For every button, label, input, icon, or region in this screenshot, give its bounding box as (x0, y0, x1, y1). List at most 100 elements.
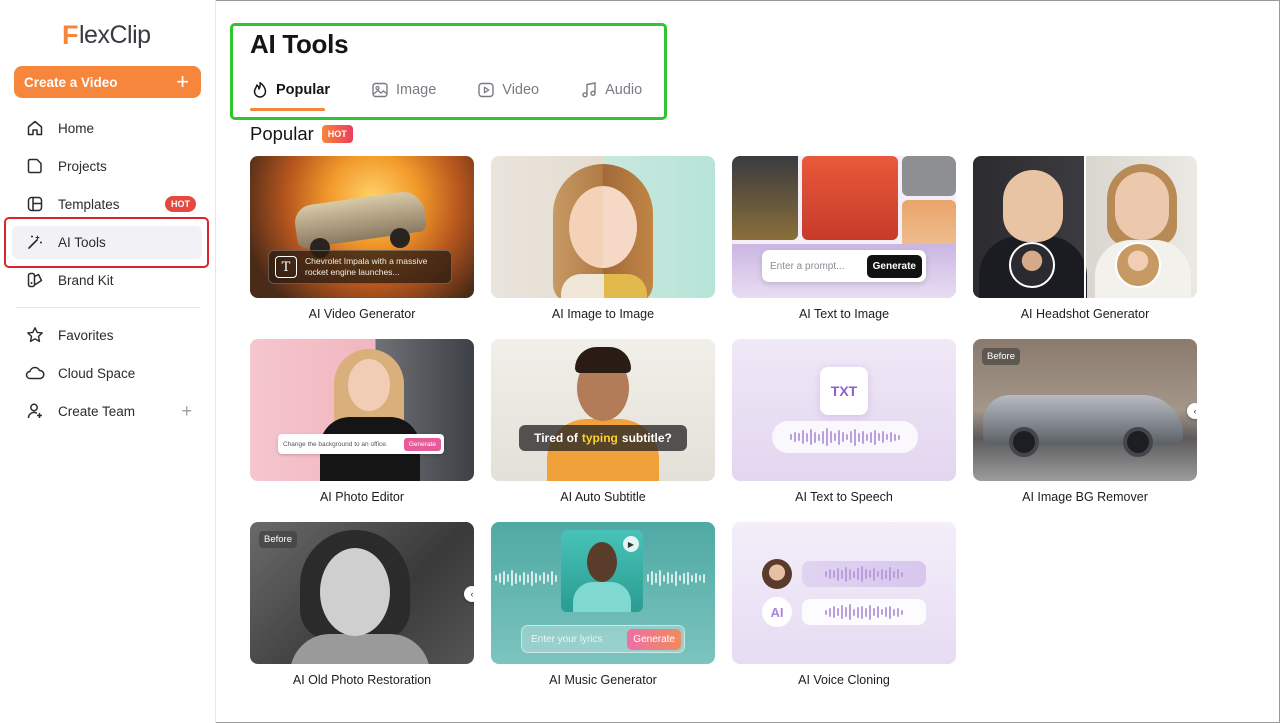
card-ai-text-to-speech[interactable]: TXT AI Text to Speech (732, 339, 956, 504)
card-label: AI Auto Subtitle (560, 490, 646, 504)
prompt-placeholder: Enter a prompt... (770, 260, 845, 272)
card-thumbnail: Tired of typing subtitle? (491, 339, 715, 481)
shirt-shape (561, 274, 647, 298)
before-tag: Before (982, 348, 1020, 365)
card-label: AI Image BG Remover (1022, 490, 1148, 504)
card-thumbnail: ▶ Enter your lyrics Generate (491, 522, 715, 664)
category-tabs: Popular Image Video Audio (250, 78, 682, 102)
card-thumbnail: Before ‹ (250, 522, 474, 664)
avatar (762, 559, 792, 589)
active-tab-indicator (250, 108, 325, 111)
sidebar-nav: Home Projects Templates HOT AI Tools Bra… (0, 109, 216, 430)
text-icon: T (275, 256, 297, 278)
card-ai-music-generator[interactable]: ▶ Enter your lyrics Generate AI Music Ge… (491, 522, 715, 687)
tab-video[interactable]: Video (476, 78, 539, 102)
card-ai-auto-subtitle[interactable]: Tired of typing subtitle? AI Auto Subtit… (491, 339, 715, 504)
edit-prompt-text: Change the background to an office. (283, 440, 388, 448)
add-team-button[interactable]: + (181, 401, 192, 422)
lyrics-placeholder: Enter your lyrics (531, 633, 603, 645)
sidebar-item-label: Projects (58, 158, 107, 174)
hot-badge: HOT (165, 196, 196, 212)
add-user-icon (25, 401, 45, 421)
music-note-icon (579, 80, 599, 100)
sidebar-item-label: Cloud Space (58, 365, 136, 381)
card-ai-image-to-image[interactable]: AI Image to Image (491, 156, 715, 321)
sidebar-item-label: Create Team (58, 403, 136, 419)
card-label: AI Text to Image (798, 307, 890, 321)
card-thumbnail: Before ‹ (973, 339, 1197, 481)
tab-label: Video (502, 82, 540, 98)
before-tag: Before (259, 531, 297, 548)
prompt-input: Enter a prompt... Generate (762, 250, 926, 282)
create-video-button[interactable]: Create a Video + (14, 66, 201, 98)
card-label: AI Image to Image (551, 307, 655, 321)
card-label: AI Video Generator (308, 307, 416, 321)
body-shape (573, 582, 631, 612)
logo-text: lexClip (79, 20, 151, 49)
shoulder-shape (290, 634, 430, 664)
card-label: AI Music Generator (549, 673, 657, 687)
subtitle-highlight: typing (581, 431, 618, 445)
card-label: AI Old Photo Restoration (292, 673, 432, 687)
logo-mark: F (62, 19, 79, 50)
tab-audio[interactable]: Audio (579, 78, 642, 102)
play-icon[interactable]: ▶ (623, 536, 639, 552)
waveform (495, 568, 557, 588)
card-ai-text-to-image[interactable]: Enter a prompt... Generate AI Text to Im… (732, 156, 956, 321)
plus-icon: + (176, 69, 189, 94)
sidebar-item-create-team[interactable]: Create Team + (0, 392, 216, 430)
sidebar-item-label: Home (58, 120, 95, 136)
card-thumbnail: AI (732, 522, 956, 664)
star-icon (25, 325, 45, 345)
card-label: AI Text to Speech (795, 490, 893, 504)
compare-slider-handle[interactable]: ‹ (1187, 403, 1197, 419)
card-thumbnail: TXT (732, 339, 956, 481)
section-title-text: Popular (250, 123, 314, 144)
txt-document-icon: TXT (820, 367, 868, 415)
card-ai-headshot-generator[interactable]: AI Headshot Generator (973, 156, 1197, 321)
cloud-icon (25, 363, 45, 383)
sidebar-item-favorites[interactable]: Favorites (0, 316, 216, 354)
card-label: AI Photo Editor (319, 490, 405, 504)
tab-image[interactable]: Image (370, 78, 436, 102)
person-image (802, 156, 898, 240)
subtitle-post: subtitle? (621, 431, 672, 445)
image-icon (370, 80, 390, 100)
sidebar: F lexClip Create a Video + Home Projects… (0, 0, 216, 723)
avatar (1115, 242, 1161, 288)
card-ai-photo-editor[interactable]: Change the background to an office. Gene… (250, 339, 474, 504)
flexclip-logo[interactable]: F lexClip (62, 20, 151, 50)
face-shape (569, 186, 637, 268)
card-ai-old-photo-restoration[interactable]: Before ‹ AI Old Photo Restoration (250, 522, 474, 687)
sidebar-item-projects[interactable]: Projects (0, 147, 216, 185)
sidebar-item-cloud-space[interactable]: Cloud Space (0, 354, 216, 392)
compare-slider-handle[interactable]: ‹ (464, 586, 474, 602)
generate-button: Generate (627, 628, 681, 650)
edit-prompt-bar: Change the background to an office. Gene… (278, 434, 444, 454)
page-title: AI Tools (250, 29, 349, 59)
wheel-shape (1009, 427, 1039, 457)
card-thumbnail: Change the background to an office. Gene… (250, 339, 474, 481)
card-ai-video-generator[interactable]: T Chevrolet Impala with a massive rocket… (250, 156, 474, 321)
prompt-caption: T Chevrolet Impala with a massive rocket… (268, 250, 452, 284)
subtitle-overlay: Tired of typing subtitle? (519, 425, 687, 451)
projects-icon (25, 156, 45, 176)
card-ai-image-bg-remover[interactable]: Before ‹ AI Image BG Remover (973, 339, 1197, 504)
wheel-shape (1123, 427, 1153, 457)
sidebar-item-home[interactable]: Home (0, 109, 216, 147)
card-label: AI Headshot Generator (1020, 307, 1150, 321)
waveform (772, 421, 918, 453)
tab-popular[interactable]: Popular (250, 78, 330, 102)
tab-label: Audio (605, 82, 643, 98)
create-video-label: Create a Video (24, 74, 118, 90)
waveform (647, 568, 705, 588)
section-title: Popular HOT (250, 123, 353, 145)
sidebar-item-label: Brand Kit (58, 272, 114, 288)
card-thumbnail (973, 156, 1197, 298)
card-ai-voice-cloning[interactable]: AI AI Voice Cloning (732, 522, 956, 687)
sidebar-item-label: Templates (58, 196, 120, 212)
sidebar-divider (16, 307, 200, 308)
sidebar-item-label: AI Tools (58, 234, 106, 250)
hair-shape (575, 347, 631, 373)
ai-avatar: AI (762, 597, 792, 627)
